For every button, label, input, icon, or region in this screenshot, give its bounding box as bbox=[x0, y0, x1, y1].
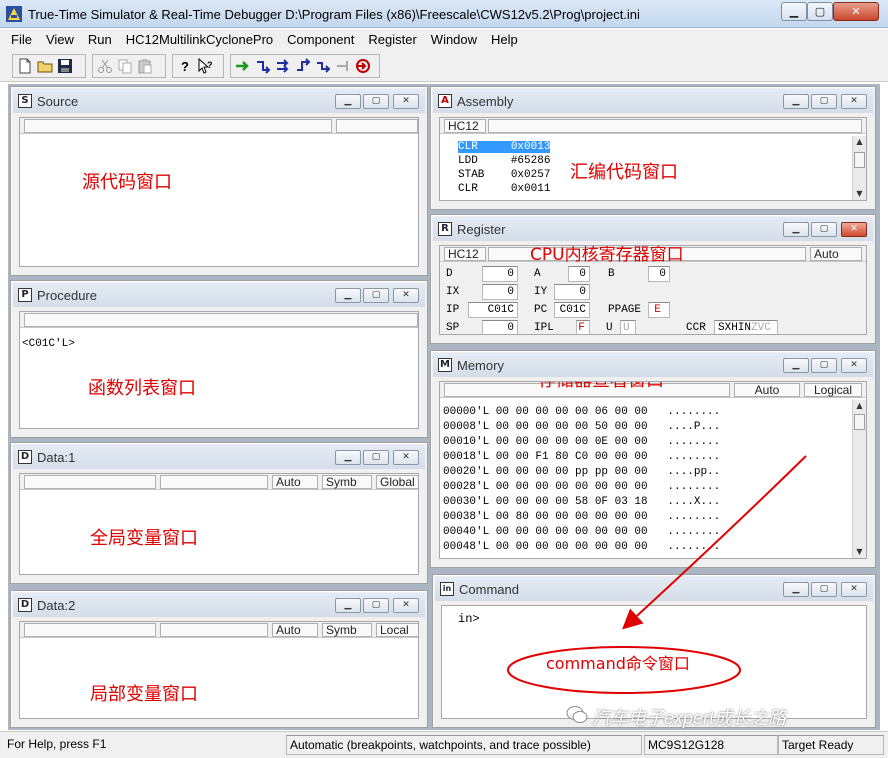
status-help-text: For Help, press F1 bbox=[7, 737, 107, 751]
status-chip-text: MC9S12G128 bbox=[644, 735, 778, 755]
status-bar: For Help, press F1 Automatic (breakpoint… bbox=[0, 731, 888, 758]
wechat-logo-icon bbox=[566, 706, 588, 723]
watermark-text: 汽车电子expert成长之路 bbox=[592, 708, 787, 728]
status-target-text: Target Ready bbox=[778, 735, 884, 755]
status-mode-text: Automatic (breakpoints, watchpoints, and… bbox=[286, 735, 642, 755]
annotation-arrow bbox=[622, 455, 807, 630]
